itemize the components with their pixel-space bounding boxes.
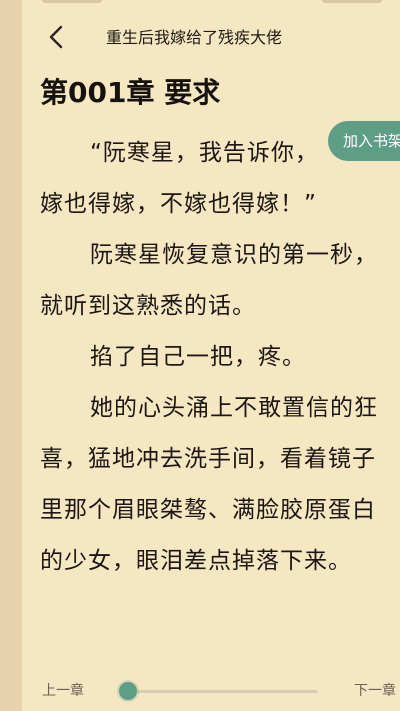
slider-thumb[interactable] bbox=[119, 682, 137, 700]
text-line: 里那个眉眼桀骜、满脸胶原蛋白 bbox=[40, 497, 376, 523]
book-title: 重生后我嫁给了残疾大佬 bbox=[106, 28, 283, 47]
chevron-left-icon bbox=[49, 25, 63, 49]
text-line: 掐了自己一把，疼。 bbox=[90, 344, 306, 370]
chapter-nav-bar: 上一章 下一章 bbox=[22, 668, 400, 711]
top-bar: 重生后我嫁给了残疾大佬 bbox=[22, 14, 400, 62]
status-icons bbox=[322, 0, 382, 3]
status-bar bbox=[22, 0, 400, 6]
text-line: 的少女，眼泪差点掉落下来。 bbox=[40, 548, 352, 574]
text-line: 喜，猛地冲去洗手间，看着镜子 bbox=[40, 446, 376, 472]
prev-chapter-button[interactable]: 上一章 bbox=[42, 682, 84, 700]
chapter-title: 第001章 要求 bbox=[40, 76, 221, 109]
text-line: 阮寒星恢复意识的第一秒， bbox=[90, 242, 378, 268]
text-line: 就听到这熟悉的话。 bbox=[40, 293, 256, 319]
chapter-content: “阮寒星，我告诉你， 嫁也得嫁，不嫁也得嫁！” 阮寒星恢复意识的第一秒， 就听到… bbox=[40, 128, 400, 642]
text-line: 嫁也得嫁，不嫁也得嫁！” bbox=[40, 191, 317, 217]
reader-page: 重生后我嫁给了残疾大佬 第001章 要求 “阮寒星，我告诉你， 嫁也得嫁，不嫁也… bbox=[22, 0, 400, 711]
back-button[interactable] bbox=[44, 24, 70, 50]
next-chapter-button[interactable]: 下一章 bbox=[354, 682, 396, 700]
text-line: 她的心头涌上不敢置信的狂 bbox=[90, 395, 378, 421]
add-to-bookshelf-button[interactable]: 加入书架 bbox=[328, 121, 400, 161]
status-indicators bbox=[42, 0, 102, 3]
chapter-progress-slider[interactable] bbox=[128, 690, 318, 693]
